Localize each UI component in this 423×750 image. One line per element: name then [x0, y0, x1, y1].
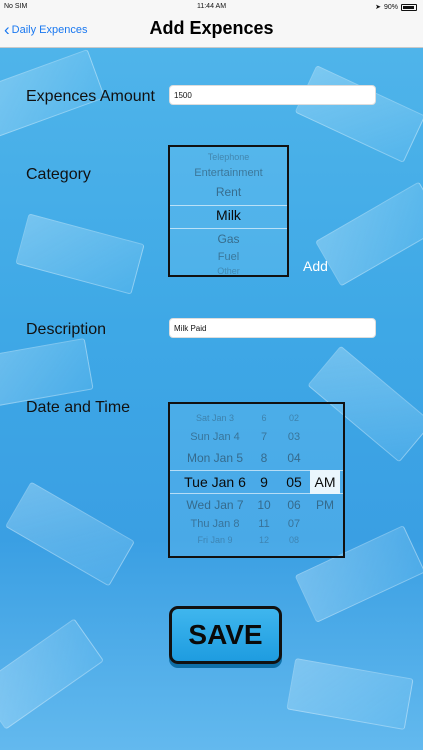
hour-option[interactable]: 8 [252, 451, 276, 465]
ampm-option[interactable]: PM [310, 498, 340, 512]
datetime-label: Date and Time [26, 399, 131, 416]
minute-option[interactable]: 04 [280, 451, 308, 465]
money-bill-decoration [315, 181, 423, 287]
location-icon: ➤ [375, 4, 381, 11]
minute-column[interactable]: 02 03 04 05 06 07 08 [280, 404, 308, 556]
date-option[interactable]: Sun Jan 4 [174, 431, 256, 443]
amount-input[interactable]: 1500 [169, 85, 376, 105]
battery-percent: 90% [383, 3, 398, 11]
money-bill-decoration [294, 65, 423, 163]
datetime-picker[interactable]: Sat Jan 3 Sun Jan 4 Mon Jan 5 Tue Jan 6 … [168, 402, 345, 558]
ampm-column[interactable]: AM PM [310, 404, 340, 556]
minute-option-selected[interactable]: 05 [280, 474, 308, 490]
hour-option[interactable]: 10 [252, 498, 276, 512]
date-column[interactable]: Sat Jan 3 Sun Jan 4 Mon Jan 5 Tue Jan 6 … [174, 404, 256, 556]
date-option[interactable]: Wed Jan 7 [174, 498, 256, 512]
save-button[interactable]: SAVE [169, 606, 282, 664]
description-label: Description [26, 321, 107, 338]
minute-option[interactable]: 03 [280, 431, 308, 443]
category-picker[interactable]: Telephone Entertainment Rent Milk Gas Fu… [168, 145, 289, 277]
money-bill-decoration [15, 213, 145, 295]
date-option[interactable]: Fri Jan 9 [174, 535, 256, 545]
navigation-bar: ‹ Daily Expences Add Expences [0, 14, 423, 48]
money-bill-decoration [286, 657, 414, 731]
money-bill-decoration [5, 481, 135, 587]
minute-option[interactable]: 06 [280, 498, 308, 512]
amount-label: Expences Amount [26, 88, 155, 105]
status-time: 11:44 AM [196, 3, 227, 10]
status-right: ➤ 90% [375, 3, 417, 11]
category-option-selected[interactable]: Milk [170, 207, 287, 223]
category-option[interactable]: Telephone [170, 152, 287, 162]
hour-option[interactable]: 7 [252, 431, 276, 443]
category-option[interactable]: Rent [170, 185, 287, 199]
page-title: Add Expences [149, 18, 274, 38]
hour-option-selected[interactable]: 9 [252, 474, 276, 490]
battery-icon [401, 3, 417, 11]
hour-option[interactable]: 6 [252, 413, 276, 423]
category-option[interactable]: Gas [170, 232, 287, 246]
date-option[interactable]: Thu Jan 8 [174, 518, 256, 530]
category-option[interactable]: Fuel [170, 251, 287, 263]
category-option[interactable]: Entertainment [170, 167, 287, 179]
minute-option[interactable]: 07 [280, 518, 308, 530]
add-category-button[interactable]: Add [303, 258, 328, 274]
category-label: Category [26, 166, 91, 183]
category-option[interactable]: Other [170, 266, 287, 275]
date-option[interactable]: Mon Jan 5 [174, 451, 256, 465]
description-input[interactable]: Milk Paid [169, 318, 376, 338]
ampm-option-selected[interactable]: AM [310, 474, 340, 490]
minute-option[interactable]: 02 [280, 413, 308, 423]
hour-option[interactable]: 11 [252, 518, 276, 530]
hour-column[interactable]: 6 7 8 9 10 11 12 [252, 404, 276, 556]
hour-option[interactable]: 12 [252, 535, 276, 545]
date-option-selected[interactable]: Tue Jan 6 [174, 474, 256, 490]
date-option[interactable]: Sat Jan 3 [174, 413, 256, 423]
minute-option[interactable]: 08 [280, 535, 308, 545]
money-bill-decoration [0, 618, 105, 730]
status-bar: No SIM 11:44 AM ➤ 90% [0, 0, 423, 14]
